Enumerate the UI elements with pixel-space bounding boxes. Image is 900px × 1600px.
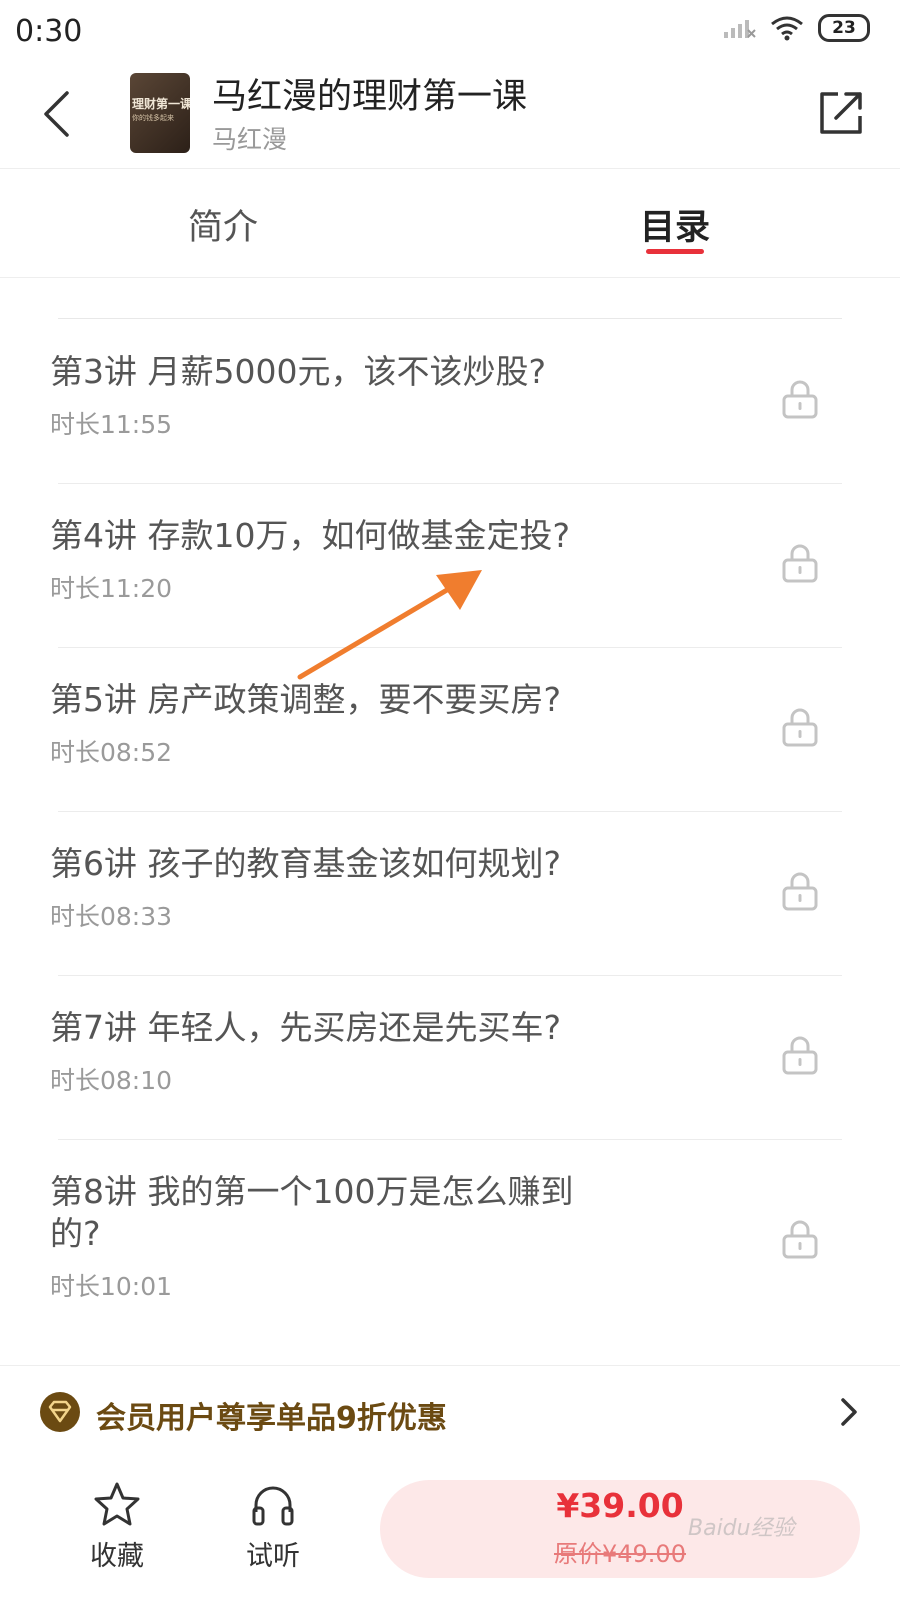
lesson-duration: 时长08:33 xyxy=(50,902,173,931)
cover-title: 理财第一课 xyxy=(132,97,190,111)
divider xyxy=(58,811,842,812)
member-discount-text: 会员用户尊享单品9折优惠 xyxy=(96,1401,447,1436)
watermark: Baidu经验 xyxy=(688,1516,795,1541)
lock-icon xyxy=(782,872,818,911)
course-author: 马红漫 xyxy=(212,125,288,154)
lock-icon xyxy=(782,380,818,419)
tab-bar: 简介 目录 xyxy=(0,169,900,278)
share-button[interactable] xyxy=(816,88,866,138)
lesson-duration: 时长11:20 xyxy=(50,574,173,603)
trial-listen-button[interactable]: 试听 xyxy=(218,1480,328,1580)
lesson-duration: 时长08:52 xyxy=(50,738,173,767)
favorite-label: 收藏 xyxy=(90,1541,144,1572)
back-icon xyxy=(44,91,69,137)
favorite-button[interactable]: 收藏 xyxy=(62,1480,172,1580)
tab-intro[interactable]: 简介 xyxy=(188,199,258,250)
star-icon xyxy=(94,1482,140,1526)
status-time: 0:30 xyxy=(15,14,83,49)
divider xyxy=(58,483,842,484)
headphones-icon xyxy=(252,1486,294,1526)
divider xyxy=(58,975,842,976)
lesson-title: 第5讲 房产政策调整，要不要买房? xyxy=(50,680,562,719)
lesson-title: 第3讲 月薪5000元，该不该炒股? xyxy=(50,352,546,391)
divider xyxy=(58,318,842,319)
lesson-duration: 时长08:10 xyxy=(50,1066,173,1095)
member-discount-banner[interactable]: 会员用户尊享单品9折优惠 xyxy=(0,1365,900,1459)
header: 理财第一课 你的钱多起来 马红漫的理财第一课 马红漫 xyxy=(0,60,900,169)
lock-icon xyxy=(782,708,818,747)
cover-subtitle: 你的钱多起来 xyxy=(132,114,174,122)
tab-catalog[interactable]: 目录 xyxy=(640,199,710,250)
course-title: 马红漫的理财第一课 xyxy=(212,77,528,117)
status-bar: 0:30 23 xyxy=(0,0,900,60)
lock-icon xyxy=(782,544,818,583)
lesson-title: 第7讲 年轻人，先买房还是先买车? xyxy=(50,1008,562,1047)
lesson-duration: 时长11:55 xyxy=(50,410,173,439)
wifi-icon xyxy=(771,16,803,41)
divider xyxy=(58,1139,842,1140)
signal-icon xyxy=(724,20,756,38)
chevron-right-icon xyxy=(841,1398,857,1426)
back-button[interactable] xyxy=(28,80,84,148)
status-icons: 23 xyxy=(722,14,870,42)
lesson-title: 第6讲 孩子的教育基金该如何规划? xyxy=(50,844,562,883)
course-cover: 理财第一课 你的钱多起来 xyxy=(130,73,190,153)
share-icon xyxy=(820,92,862,134)
active-tab-indicator xyxy=(646,249,704,254)
lesson-duration: 时长10:01 xyxy=(50,1272,173,1301)
lesson-title: 第8讲 我的第一个100万是怎么赚到的? xyxy=(50,1172,574,1253)
member-badge-icon xyxy=(40,1392,80,1432)
divider xyxy=(58,647,842,648)
battery-indicator: 23 xyxy=(818,14,870,42)
lesson-title: 第4讲 存款10万，如何做基金定投? xyxy=(50,516,570,555)
lock-icon xyxy=(782,1036,818,1075)
trial-listen-label: 试听 xyxy=(246,1541,300,1572)
lock-icon xyxy=(782,1220,818,1259)
